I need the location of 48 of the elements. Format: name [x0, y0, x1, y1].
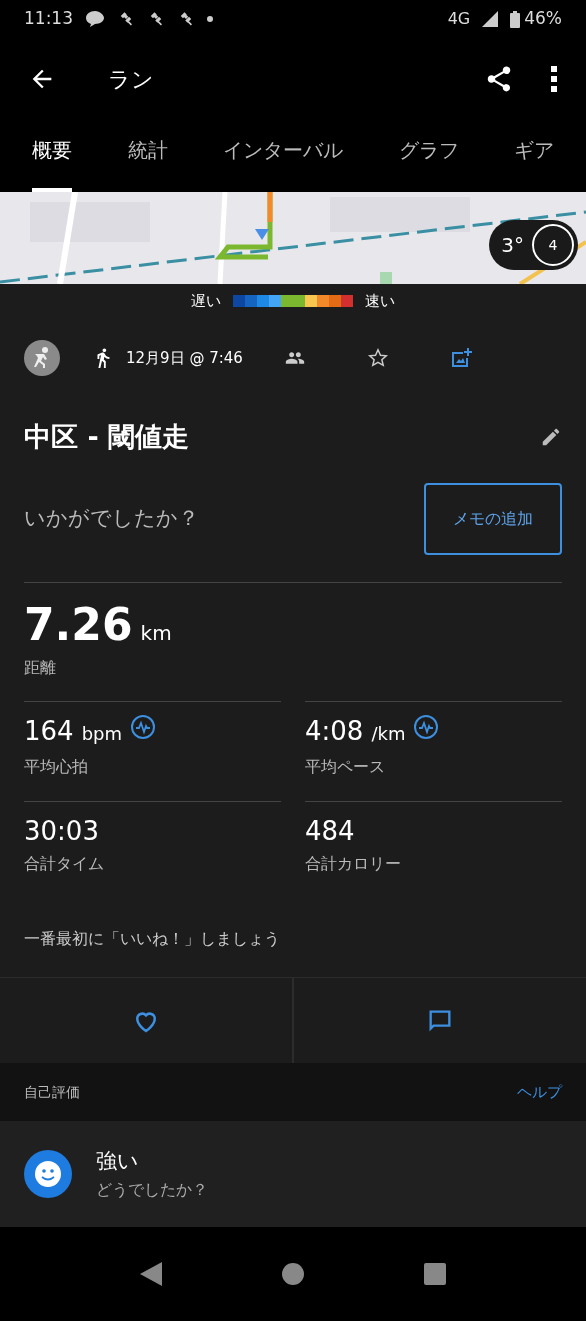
activity-date: 12月9日 @ 7:46	[126, 347, 243, 369]
temperature: 3°	[501, 232, 524, 259]
status-time: 11:13	[24, 7, 73, 31]
signal-icon	[482, 11, 499, 27]
stat-value: 30:03	[24, 818, 99, 844]
back-nav-icon[interactable]	[140, 1262, 162, 1286]
tab[interactable]: インターバル	[223, 120, 343, 192]
legend-label: 速い	[365, 290, 395, 312]
help-link[interactable]: ヘルプ	[517, 1080, 562, 1104]
stat-unit: /km	[371, 722, 406, 746]
activity-title: 中区 - 閾値走	[24, 419, 189, 454]
feedback-prompt: いかがでしたか？	[24, 505, 199, 533]
stat-value: 4:08	[305, 718, 364, 744]
tab[interactable]: グラフ	[398, 120, 459, 192]
tab[interactable]: 統計	[127, 120, 168, 192]
stat-label: 平均心拍	[24, 756, 89, 778]
battery-icon	[510, 10, 521, 28]
distance-unit: km	[140, 620, 172, 647]
network-type: 4G	[447, 8, 471, 30]
waveform-icon[interactable]	[413, 714, 440, 740]
stat-label: 平均ペース	[305, 756, 386, 778]
distance-value: 7.26	[24, 603, 133, 647]
self-evaluation-row[interactable]: 強い どうでしたか？	[0, 1121, 586, 1227]
battery-percent: 46%	[524, 7, 562, 31]
stat-value: 484	[305, 818, 355, 844]
like-prompt: 一番最初に「いいね！」しましょう	[24, 928, 280, 950]
smiley-icon	[24, 1150, 72, 1198]
section-header: 自己評価	[24, 1082, 80, 1102]
chat-bubble-icon	[85, 10, 105, 28]
dot-icon	[207, 16, 213, 22]
evaluation-question: どうでしたか？	[96, 1178, 208, 1201]
add-memo-button[interactable]: メモの追加	[424, 483, 562, 555]
wind-dial: 4	[532, 224, 574, 266]
stat-value: 164	[24, 718, 74, 744]
tab[interactable]: ギア	[514, 120, 554, 192]
legend-label: 遅い	[191, 290, 221, 312]
more-menu-icon[interactable]	[550, 66, 558, 92]
evaluation-level: 強い	[96, 1148, 140, 1176]
stat-label: 合計カロリー	[305, 853, 402, 875]
star-icon[interactable]	[366, 347, 389, 369]
edit-icon[interactable]	[540, 426, 562, 448]
waveform-icon[interactable]	[130, 714, 157, 740]
stat-label: 合計タイム	[24, 853, 105, 875]
avatar	[24, 340, 60, 376]
stat-label: 距離	[24, 657, 57, 679]
stat-unit: bpm	[81, 722, 123, 746]
page-title: ラン	[108, 65, 154, 94]
home-nav-icon[interactable]	[282, 1263, 304, 1285]
